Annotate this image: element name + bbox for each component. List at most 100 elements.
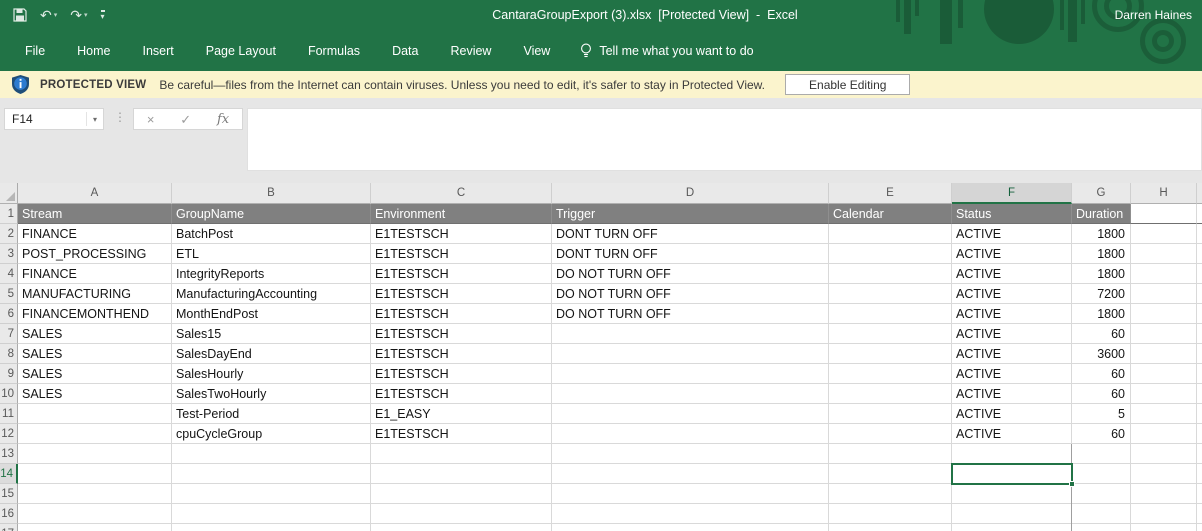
- column-header-H[interactable]: H: [1131, 183, 1197, 204]
- column-header-I[interactable]: I: [1197, 183, 1202, 204]
- row-header-9[interactable]: 9: [0, 364, 18, 384]
- cell-H2[interactable]: [1131, 224, 1197, 244]
- cell-I9[interactable]: [1197, 364, 1202, 384]
- cell-F3[interactable]: ACTIVE: [952, 244, 1072, 264]
- tab-file[interactable]: File: [9, 30, 61, 71]
- cell-H3[interactable]: [1131, 244, 1197, 264]
- cell-A4[interactable]: FINANCE: [18, 264, 172, 284]
- cell-G9[interactable]: 60: [1072, 364, 1131, 384]
- cell-D3[interactable]: DONT TURN OFF: [552, 244, 829, 264]
- cell-A6[interactable]: FINANCEMONTHEND: [18, 304, 172, 324]
- cell-B8[interactable]: SalesDayEnd: [172, 344, 371, 364]
- cell-H6[interactable]: [1131, 304, 1197, 324]
- cell-G17[interactable]: [1072, 524, 1131, 531]
- cell-H16[interactable]: [1131, 504, 1197, 524]
- cell-A11[interactable]: [18, 404, 172, 424]
- cell-C1[interactable]: Environment: [371, 204, 552, 224]
- cell-E11[interactable]: [829, 404, 952, 424]
- column-header-F[interactable]: F: [952, 183, 1072, 204]
- cell-D5[interactable]: DO NOT TURN OFF: [552, 284, 829, 304]
- cell-G7[interactable]: 60: [1072, 324, 1131, 344]
- row-header-12[interactable]: 12: [0, 424, 18, 444]
- cell-E13[interactable]: [829, 444, 952, 464]
- cell-B16[interactable]: [172, 504, 371, 524]
- cell-G6[interactable]: 1800: [1072, 304, 1131, 324]
- cell-D7[interactable]: [552, 324, 829, 344]
- cancel-icon[interactable]: ×: [147, 113, 155, 126]
- cell-H4[interactable]: [1131, 264, 1197, 284]
- cell-D1[interactable]: Trigger: [552, 204, 829, 224]
- enable-editing-button[interactable]: Enable Editing: [785, 74, 910, 95]
- cell-C13[interactable]: [371, 444, 552, 464]
- cell-D9[interactable]: [552, 364, 829, 384]
- cell-C12[interactable]: E1TESTSCH: [371, 424, 552, 444]
- cell-D11[interactable]: [552, 404, 829, 424]
- row-header-7[interactable]: 7: [0, 324, 18, 344]
- tab-home[interactable]: Home: [61, 30, 126, 71]
- cell-A5[interactable]: MANUFACTURING: [18, 284, 172, 304]
- cell-H15[interactable]: [1131, 484, 1197, 504]
- cell-I4[interactable]: [1197, 264, 1202, 284]
- row-header-1[interactable]: 1: [0, 204, 18, 224]
- cell-G14[interactable]: [1072, 464, 1131, 484]
- cell-G16[interactable]: [1072, 504, 1131, 524]
- cell-E1[interactable]: Calendar: [829, 204, 952, 224]
- cell-G4[interactable]: 1800: [1072, 264, 1131, 284]
- cell-C7[interactable]: E1TESTSCH: [371, 324, 552, 344]
- cell-G5[interactable]: 7200: [1072, 284, 1131, 304]
- cell-I8[interactable]: [1197, 344, 1202, 364]
- cell-B3[interactable]: ETL: [172, 244, 371, 264]
- cell-B10[interactable]: SalesTwoHourly: [172, 384, 371, 404]
- row-header-2[interactable]: 2: [0, 224, 18, 244]
- tab-view[interactable]: View: [507, 30, 566, 71]
- cell-A17[interactable]: [18, 524, 172, 531]
- cell-F17[interactable]: [952, 524, 1072, 531]
- cell-I1[interactable]: [1197, 204, 1202, 224]
- cell-B12[interactable]: cpuCycleGroup: [172, 424, 371, 444]
- cell-E2[interactable]: [829, 224, 952, 244]
- row-header-4[interactable]: 4: [0, 264, 18, 284]
- cell-I2[interactable]: [1197, 224, 1202, 244]
- cell-H5[interactable]: [1131, 284, 1197, 304]
- cell-G2[interactable]: 1800: [1072, 224, 1131, 244]
- cell-I17[interactable]: [1197, 524, 1202, 531]
- account-user-name[interactable]: Darren Haines: [1115, 8, 1192, 22]
- cell-D12[interactable]: [552, 424, 829, 444]
- cell-C2[interactable]: E1TESTSCH: [371, 224, 552, 244]
- cell-A15[interactable]: [18, 484, 172, 504]
- cell-F9[interactable]: ACTIVE: [952, 364, 1072, 384]
- row-header-3[interactable]: 3: [0, 244, 18, 264]
- cell-C14[interactable]: [371, 464, 552, 484]
- cell-F4[interactable]: ACTIVE: [952, 264, 1072, 284]
- cell-E10[interactable]: [829, 384, 952, 404]
- cell-C17[interactable]: [371, 524, 552, 531]
- cell-F1[interactable]: Status: [952, 204, 1072, 224]
- cell-B5[interactable]: ManufacturingAccounting: [172, 284, 371, 304]
- cell-D17[interactable]: [552, 524, 829, 531]
- cell-H9[interactable]: [1131, 364, 1197, 384]
- cell-B11[interactable]: Test-Period: [172, 404, 371, 424]
- cell-B1[interactable]: GroupName: [172, 204, 371, 224]
- enter-icon[interactable]: ✓: [180, 113, 191, 126]
- cell-E15[interactable]: [829, 484, 952, 504]
- cell-F16[interactable]: [952, 504, 1072, 524]
- row-header-17[interactable]: 17: [0, 524, 18, 531]
- cell-I5[interactable]: [1197, 284, 1202, 304]
- cell-G11[interactable]: 5: [1072, 404, 1131, 424]
- cell-F12[interactable]: ACTIVE: [952, 424, 1072, 444]
- cell-D8[interactable]: [552, 344, 829, 364]
- tab-review[interactable]: Review: [434, 30, 507, 71]
- cell-E9[interactable]: [829, 364, 952, 384]
- cell-G3[interactable]: 1800: [1072, 244, 1131, 264]
- cell-D4[interactable]: DO NOT TURN OFF: [552, 264, 829, 284]
- cell-D13[interactable]: [552, 444, 829, 464]
- cell-A14[interactable]: [18, 464, 172, 484]
- tab-formulas[interactable]: Formulas: [292, 30, 376, 71]
- cell-D16[interactable]: [552, 504, 829, 524]
- cell-G8[interactable]: 3600: [1072, 344, 1131, 364]
- tab-data[interactable]: Data: [376, 30, 434, 71]
- cell-H14[interactable]: [1131, 464, 1197, 484]
- cell-B6[interactable]: MonthEndPost: [172, 304, 371, 324]
- cell-I15[interactable]: [1197, 484, 1202, 504]
- cell-H10[interactable]: [1131, 384, 1197, 404]
